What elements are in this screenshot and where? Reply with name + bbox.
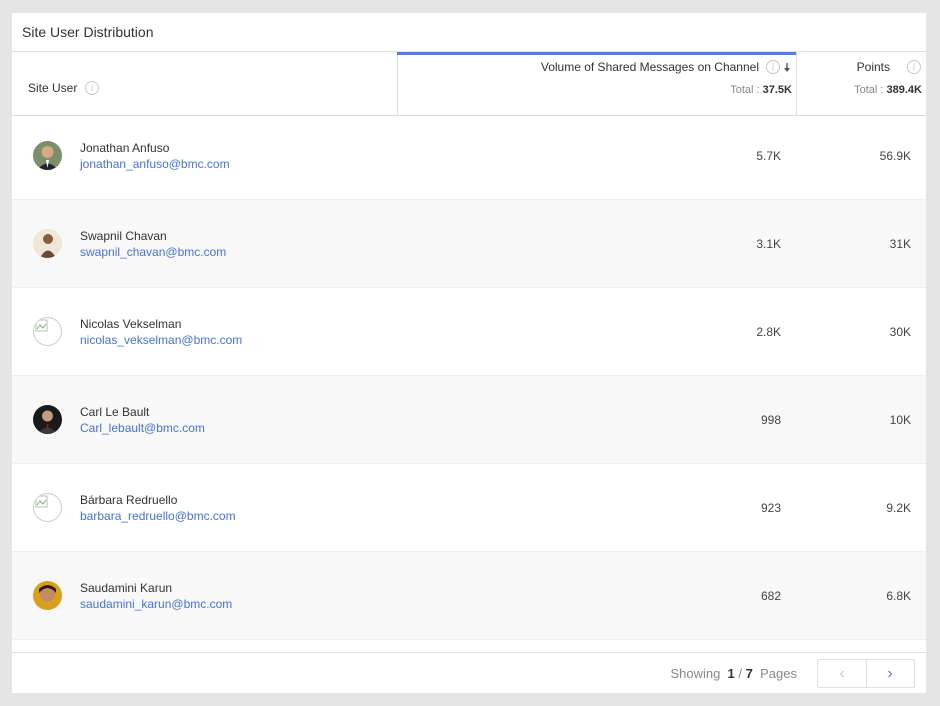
avatar[interactable] [33,317,62,346]
pagination-bar: Showing 1 / 7 Pages ‹ › [12,652,926,693]
current-page: 1 [727,666,735,681]
points-value: 6.8K [886,589,911,603]
points-value: 10K [889,413,911,427]
broken-image-icon [35,319,48,332]
user-email-link[interactable]: saudamini_karun@bmc.com [80,597,232,611]
previous-page-button[interactable]: ‹ [818,660,867,687]
column-label-site-user: Site User [28,81,78,95]
sort-descending-icon[interactable] [783,62,791,73]
column-header-volume[interactable]: Volume of Shared Messages on Channel i T… [397,52,797,116]
column-label-volume: Volume of Shared Messages on Channel [540,60,759,74]
user-email-link[interactable]: jonathan_anfuso@bmc.com [80,157,230,171]
volume-value: 682 [760,589,781,603]
volume-value: 5.7K [756,149,781,163]
user-email-link[interactable]: Carl_lebault@bmc.com [80,421,205,435]
total-volume-value: 37.5K [762,84,792,96]
volume-value: 3.1K [756,237,781,251]
total-points-value: 389.4K [886,84,922,96]
column-label-points: Points [856,60,890,74]
total-pages: 7 [745,666,753,681]
chevron-right-icon: › [887,665,893,682]
total-volume: Total : 37.5K [730,84,792,96]
total-label: Total : [854,84,884,96]
column-header-site-user[interactable]: Site User i [12,52,398,116]
user-photo [33,405,62,434]
column-header-points[interactable]: Points i Total : 389.4K [797,52,926,116]
next-page-button[interactable]: › [866,660,914,687]
info-icon[interactable]: i [85,81,99,95]
points-value: 56.9K [879,149,911,163]
user-name: Carl Le Bault [80,405,150,419]
points-value: 30K [889,325,911,339]
site-user-distribution-panel: Site User Distribution Site User i Volum… [12,13,926,693]
table-row[interactable]: Swapnil Chavan swapnil_chavan@bmc.com 3.… [12,200,926,288]
total-label: Total : [730,84,760,96]
avatar[interactable] [33,581,62,610]
avatar[interactable] [33,493,62,522]
pages-label: Pages [760,666,797,681]
table-header: Site User i Volume of Shared Messages on… [12,51,926,116]
user-photo [33,229,62,258]
user-name: Swapnil Chavan [80,229,167,243]
panel-title: Site User Distribution [22,24,154,40]
showing-label: Showing [670,666,721,681]
table-row[interactable]: Saudamini Karun saudamini_karun@bmc.com … [12,552,926,640]
user-email-link[interactable]: barbara_redruello@bmc.com [80,509,236,523]
user-name: Saudamini Karun [80,581,173,595]
info-icon[interactable]: i [907,60,921,74]
avatar[interactable] [33,405,62,434]
table-row[interactable]: Nicolas Vekselman nicolas_vekselman@bmc.… [12,288,926,376]
total-points: Total : 389.4K [854,84,922,96]
user-list: Jonathan Anfuso jonathan_anfuso@bmc.com … [12,112,926,640]
volume-value: 998 [760,413,781,427]
pager: ‹ › [817,659,915,688]
user-photo [33,141,62,170]
page-indicator: Showing 1 / 7 Pages [670,666,797,681]
user-email-link[interactable]: swapnil_chavan@bmc.com [80,245,226,259]
volume-value: 2.8K [756,325,781,339]
points-value: 31K [889,237,911,251]
avatar[interactable] [33,229,62,258]
table-row[interactable]: Bárbara Redruello barbara_redruello@bmc.… [12,464,926,552]
broken-image-icon [35,495,48,508]
info-icon[interactable]: i [766,60,780,74]
user-email-link[interactable]: nicolas_vekselman@bmc.com [80,333,242,347]
user-name: Nicolas Vekselman [80,317,182,331]
sorted-column-indicator [397,52,796,55]
chevron-left-icon: ‹ [839,665,845,682]
page-separator: / [738,666,743,681]
avatar[interactable] [33,141,62,170]
volume-value: 923 [760,501,781,515]
points-value: 9.2K [886,501,911,515]
user-name: Bárbara Redruello [80,493,178,507]
table-row[interactable]: Jonathan Anfuso jonathan_anfuso@bmc.com … [12,112,926,200]
user-name: Jonathan Anfuso [80,141,170,155]
table-row[interactable]: Carl Le Bault Carl_lebault@bmc.com 998 1… [12,376,926,464]
user-photo [33,581,62,610]
